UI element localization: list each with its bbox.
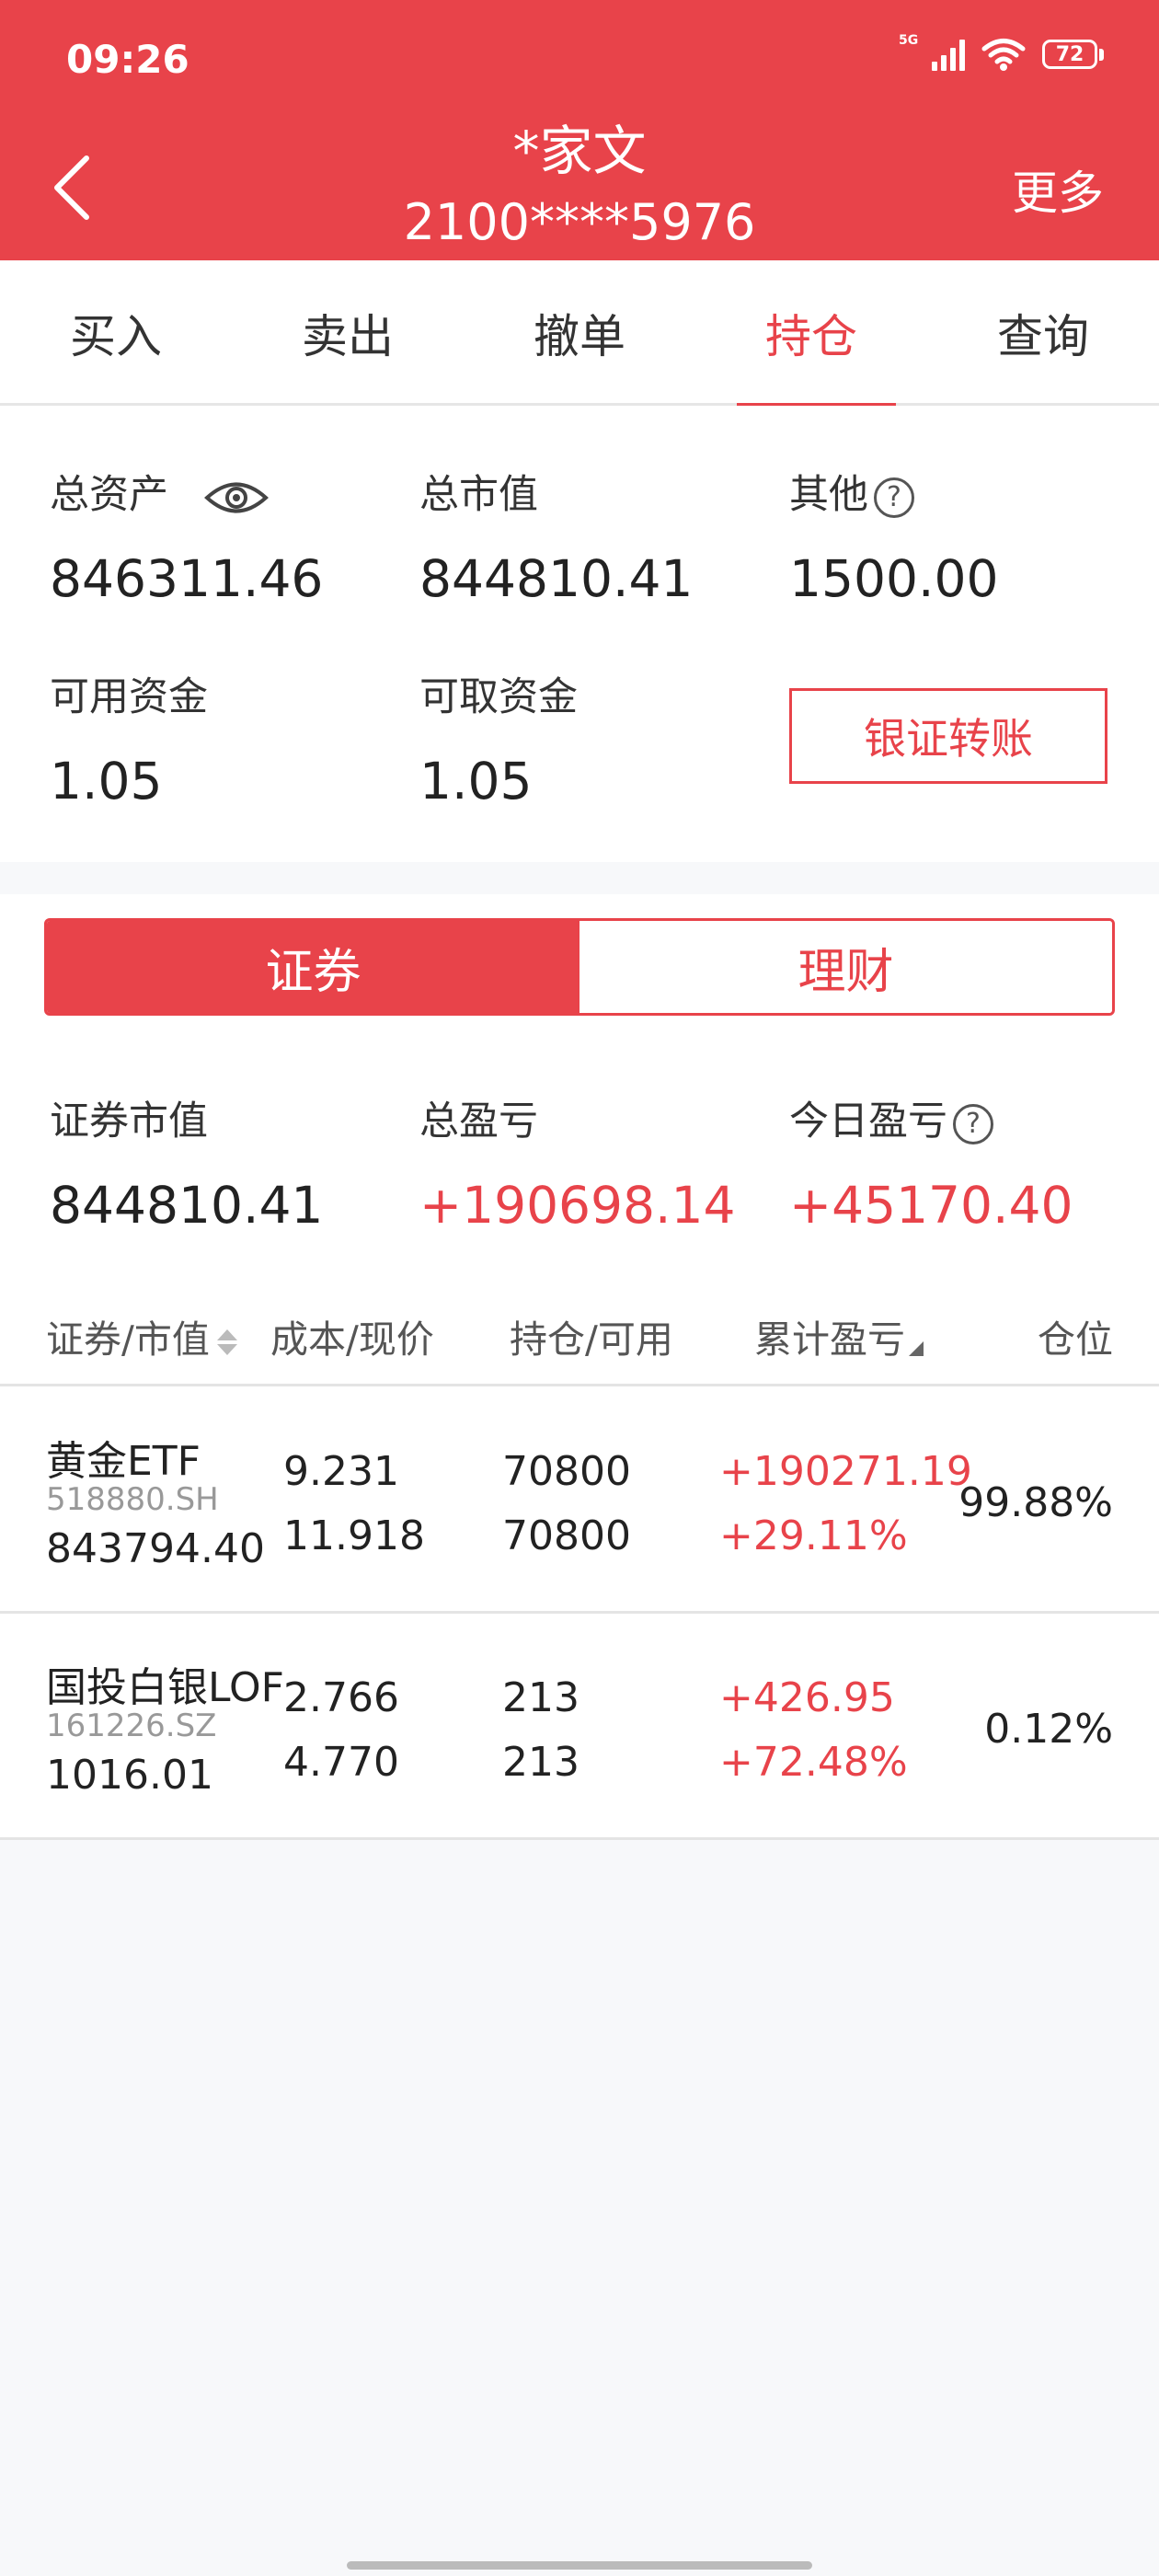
available-funds-label: 可用资金 bbox=[50, 674, 208, 720]
cumulative-pnl: +190271.19 bbox=[719, 1448, 972, 1495]
segment-securities[interactable]: 证券 bbox=[47, 921, 580, 1013]
available-funds-value: 1.05 bbox=[50, 752, 163, 811]
column-cumulative-pnl[interactable]: 累计盈亏 bbox=[754, 1308, 924, 1363]
tab-cancel-order[interactable]: 撤单 bbox=[464, 260, 695, 406]
trade-tabs: 买入 卖出 撤单 持仓 查询 bbox=[0, 260, 1159, 408]
segment-wealth[interactable]: 理财 bbox=[580, 921, 1112, 1013]
account-number: 2100****5976 bbox=[403, 193, 756, 251]
column-security[interactable]: 证券/市值 bbox=[46, 1308, 237, 1363]
other-label: 其他? bbox=[789, 463, 914, 520]
tab-query[interactable]: 查询 bbox=[927, 260, 1159, 406]
security-name: 国投白银LOF bbox=[46, 1664, 284, 1711]
eye-icon[interactable] bbox=[203, 477, 270, 519]
divider bbox=[0, 1611, 1159, 1614]
available-qty: 213 bbox=[502, 1739, 580, 1786]
home-indicator[interactable] bbox=[347, 2561, 812, 2570]
total-assets-value: 846311.46 bbox=[50, 549, 324, 608]
battery-icon: 72 bbox=[1042, 40, 1104, 69]
cumulative-pnl-pct: +72.48% bbox=[719, 1739, 908, 1786]
column-cost-price[interactable]: 成本/现价 bbox=[270, 1308, 434, 1363]
column-position[interactable]: 持仓/可用 bbox=[510, 1308, 673, 1363]
today-pnl-label: 今日盈亏? bbox=[789, 1089, 993, 1146]
total-assets-label: 总资产 bbox=[50, 463, 270, 520]
tab-sell[interactable]: 卖出 bbox=[232, 260, 464, 406]
securities-value: 844810.41 bbox=[50, 1176, 324, 1235]
total-pnl-value: +190698.14 bbox=[419, 1176, 736, 1235]
current-price: 4.770 bbox=[283, 1739, 399, 1786]
cumulative-pnl: +426.95 bbox=[719, 1674, 895, 1721]
securities-value-label: 证券市值 bbox=[50, 1098, 208, 1144]
position-weight: 0.12% bbox=[984, 1706, 1113, 1753]
current-price: 11.918 bbox=[283, 1512, 425, 1559]
bank-transfer-button[interactable]: 银证转账 bbox=[789, 688, 1107, 784]
battery-level: 72 bbox=[1042, 40, 1097, 69]
status-time: 09:26 bbox=[66, 37, 189, 82]
today-pnl-value: +45170.40 bbox=[789, 1176, 1073, 1235]
column-weight[interactable]: 仓位 bbox=[1038, 1308, 1113, 1363]
help-icon[interactable]: ? bbox=[874, 477, 914, 518]
position-weight: 99.88% bbox=[958, 1479, 1113, 1526]
withdrawable-label: 可取资金 bbox=[419, 674, 578, 720]
security-market-value: 843794.40 bbox=[46, 1525, 265, 1572]
assets-panel: 总资产 846311.46 总市值 844810.41 其他? 1500.00 … bbox=[0, 406, 1159, 862]
account-holder-name: *家文 bbox=[512, 120, 647, 182]
wifi-icon bbox=[981, 39, 1026, 71]
security-code: 518880.SH bbox=[46, 1481, 219, 1518]
network-type: 5G bbox=[899, 33, 919, 48]
cost-price: 9.231 bbox=[283, 1448, 399, 1495]
sort-icon bbox=[216, 1329, 237, 1355]
security-market-value: 1016.01 bbox=[46, 1752, 213, 1799]
help-icon[interactable]: ? bbox=[953, 1103, 993, 1144]
sort-desc-icon bbox=[909, 1341, 924, 1356]
app-header: 09:26 5G 72 *家文 2100****5976 更多 bbox=[0, 0, 1159, 260]
cellular-signal-icon: 5G bbox=[899, 34, 965, 71]
security-name: 黄金ETF bbox=[46, 1438, 201, 1485]
divider bbox=[0, 1837, 1159, 1840]
other-value: 1500.00 bbox=[789, 549, 999, 608]
cumulative-pnl-pct: +29.11% bbox=[719, 1512, 908, 1559]
tab-buy[interactable]: 买入 bbox=[0, 260, 232, 406]
holding-qty: 213 bbox=[502, 1674, 580, 1721]
cost-price: 2.766 bbox=[283, 1674, 399, 1721]
security-code: 161226.SZ bbox=[46, 1708, 217, 1744]
asset-type-toggle: 证券 理财 bbox=[44, 918, 1115, 1016]
more-button[interactable]: 更多 bbox=[1012, 156, 1104, 223]
available-qty: 70800 bbox=[502, 1512, 631, 1559]
market-value-label: 总市值 bbox=[419, 472, 538, 518]
holding-qty: 70800 bbox=[502, 1448, 631, 1495]
total-pnl-label: 总盈亏 bbox=[419, 1098, 538, 1144]
withdrawable-value: 1.05 bbox=[419, 752, 533, 811]
divider bbox=[0, 1384, 1159, 1386]
market-value: 844810.41 bbox=[419, 549, 694, 608]
status-icons: 5G 72 bbox=[899, 34, 1104, 72]
tab-positions[interactable]: 持仓 bbox=[695, 260, 927, 408]
